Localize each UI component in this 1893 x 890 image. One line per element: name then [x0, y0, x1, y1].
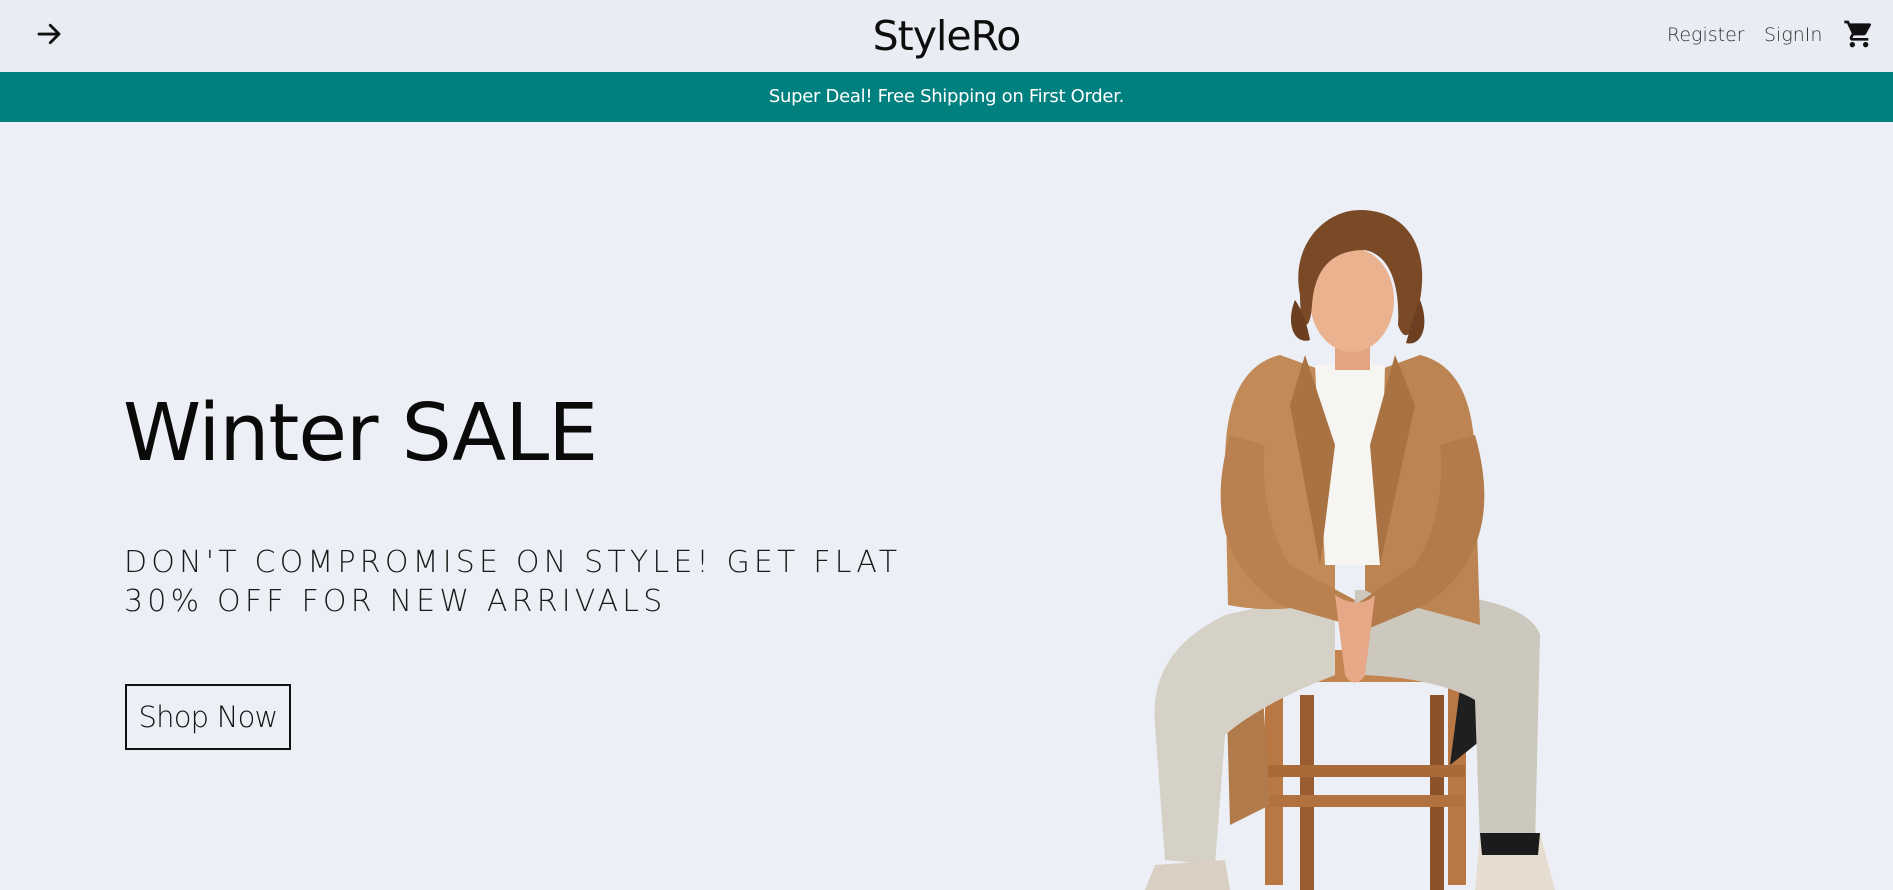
arrow-right-icon[interactable] — [34, 19, 64, 49]
hero-title: Winter SALE — [123, 387, 598, 479]
register-link[interactable]: Register — [1667, 24, 1745, 46]
announcement-text: Super Deal! Free Shipping on First Order… — [768, 86, 1125, 107]
navbar: StyleRo Register SignIn — [0, 0, 1893, 72]
hero-model-image — [1145, 210, 1555, 890]
hero-description: DON'T COMPROMISE ON STYLE! GET FLAT 30% … — [124, 545, 902, 619]
announcement-banner: Super Deal! Free Shipping on First Order… — [0, 72, 1893, 122]
signin-link[interactable]: SignIn — [1764, 24, 1822, 46]
logo[interactable]: StyleRo — [873, 12, 1022, 60]
logo-container: StyleRo — [0, 12, 1893, 60]
shop-now-button[interactable]: Shop Now — [125, 684, 291, 750]
cart-icon[interactable] — [1843, 18, 1875, 50]
